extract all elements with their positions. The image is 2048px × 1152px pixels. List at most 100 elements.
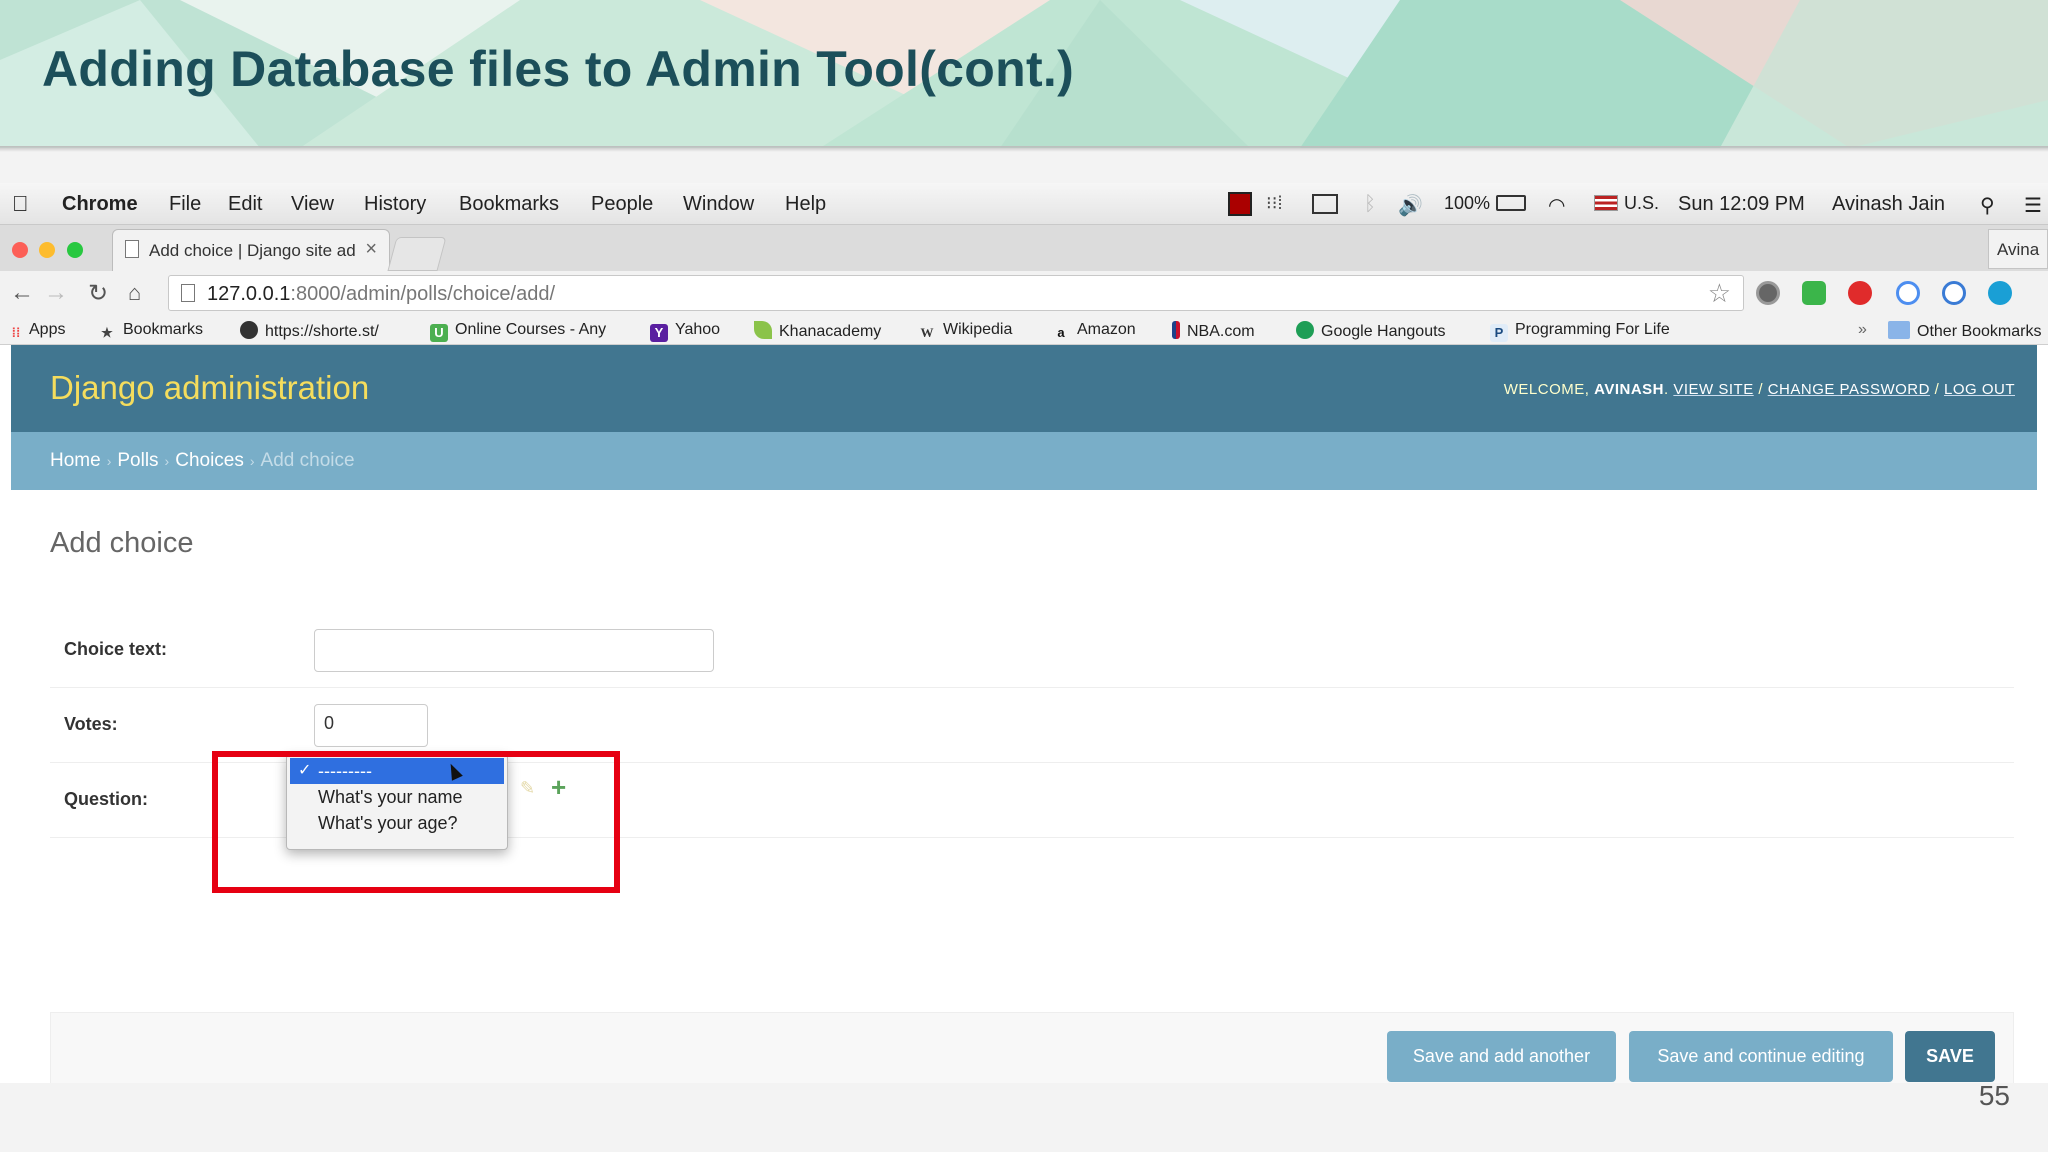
extension-1-icon[interactable]	[1756, 281, 1780, 305]
menu-edit[interactable]: Edit	[228, 193, 262, 216]
profile-button[interactable]: Avina	[1988, 229, 2048, 269]
browser-tab[interactable]: Add choice | Django site ad ×	[112, 229, 390, 271]
grammarly-icon[interactable]	[1896, 281, 1920, 305]
slide-page-number: 55	[1978, 1080, 2010, 1111]
nba-icon	[1172, 321, 1180, 339]
breadcrumb-separator: ›	[106, 453, 112, 469]
save-button[interactable]: SAVE	[1905, 1031, 1995, 1082]
udemy-icon: U	[430, 324, 448, 342]
bookmark-khanacademy[interactable]: Khanacademy	[754, 321, 881, 341]
menu-people[interactable]: People	[591, 193, 653, 216]
breadcrumb-separator: ›	[249, 453, 255, 469]
page-icon	[125, 240, 139, 258]
view-site-link[interactable]: VIEW SITE	[1673, 381, 1753, 398]
spotlight-icon[interactable]: ⚲	[1980, 193, 1995, 218]
bookmark-bookmarks[interactable]: ★ Bookmarks	[98, 321, 203, 342]
bookmark-other[interactable]: Other Bookmarks	[1888, 321, 2048, 341]
bookmark-nba[interactable]: NBA.com	[1172, 321, 1255, 341]
shortest-icon	[240, 321, 258, 339]
choice-text-label: Choice text:	[64, 639, 168, 659]
close-tab-icon[interactable]: ×	[365, 238, 377, 261]
breadcrumb-current: Add choice	[260, 450, 355, 471]
folder-icon	[1888, 321, 1910, 339]
bookmark-yahoo[interactable]: Y Yahoo	[650, 321, 720, 342]
breadcrumb-polls[interactable]: Polls	[117, 450, 158, 471]
change-password-link[interactable]: CHANGE PASSWORD	[1768, 381, 1930, 398]
question-label: Question:	[64, 789, 148, 809]
new-tab-button[interactable]	[387, 237, 447, 271]
reload-icon[interactable]: ↻	[88, 279, 108, 308]
url-text[interactable]: 127.0.0.1:8000/admin/polls/choice/add/	[207, 283, 555, 306]
banner-shadow	[0, 146, 2048, 152]
minimize-window-button[interactable]	[39, 242, 55, 258]
breadcrumb-choices[interactable]: Choices	[175, 450, 244, 471]
clock[interactable]: Sun 12:09 PM	[1678, 193, 1805, 216]
welcome-text: WELCOME,	[1503, 381, 1590, 398]
power-icon[interactable]	[1848, 281, 1872, 305]
zoom-window-button[interactable]	[67, 242, 83, 258]
menu-file[interactable]: File	[169, 193, 201, 216]
bookmark-wikipedia[interactable]: W Wikipedia	[918, 321, 1013, 342]
yahoo-icon: Y	[650, 324, 668, 342]
wifi-icon[interactable]: ◠	[1548, 193, 1565, 218]
amazon-icon: a	[1057, 325, 1065, 340]
username: AVINASH	[1594, 381, 1665, 398]
bluetooth-icon[interactable]: ᛒ	[1364, 193, 1376, 216]
breadcrumb-home[interactable]: Home	[50, 450, 101, 471]
title-banner: Adding Database files to Admin Tool(cont…	[0, 0, 2048, 148]
notification-center-icon[interactable]: ☰	[2024, 193, 2042, 218]
bookmark-amazon[interactable]: a Amazon	[1052, 321, 1135, 342]
menu-bookmarks[interactable]: Bookmarks	[459, 193, 559, 216]
airplay-icon[interactable]	[1312, 194, 1338, 214]
choice-text-input[interactable]	[314, 629, 714, 672]
separator: /	[1934, 381, 1940, 398]
grid-status-icon[interactable]: ⁝⁝⁞	[1266, 193, 1282, 214]
breadcrumb: Home › Polls › Choices › Add choice	[11, 432, 2037, 490]
p-icon: P	[1490, 324, 1508, 342]
menu-app-name[interactable]: Chrome	[62, 193, 138, 216]
evernote-icon[interactable]	[1802, 281, 1826, 305]
home-icon[interactable]: ⌂	[128, 280, 141, 306]
bookmark-programming-for-life[interactable]: P Programming For Life	[1490, 321, 1670, 342]
apple-icon[interactable]: 	[12, 191, 29, 217]
bookmark-star-icon[interactable]: ☆	[1708, 278, 1731, 309]
tab-strip: Add choice | Django site ad × Avina	[0, 225, 2048, 271]
submit-row: Save and add another Save and continue e…	[50, 1012, 2014, 1083]
back-icon[interactable]: ←	[10, 279, 34, 307]
address-bar[interactable]: 127.0.0.1:8000/admin/polls/choice/add/ ☆	[168, 275, 1744, 311]
votes-input[interactable]: 0	[314, 704, 428, 747]
volume-icon[interactable]: 🔊	[1398, 193, 1423, 218]
bookmarks-bar: ⁞⁞ Apps ★ Bookmarks https://shorte.st/ U On…	[0, 315, 2048, 345]
battery-icon[interactable]	[1496, 195, 1526, 211]
log-out-link[interactable]: LOG OUT	[1944, 381, 2015, 398]
save-and-add-another-button[interactable]: Save and add another	[1387, 1031, 1616, 1082]
bookmark-apps[interactable]: ⁞⁞ Apps	[10, 321, 66, 342]
menu-help[interactable]: Help	[785, 193, 826, 216]
bookmark-shortest[interactable]: https://shorte.st/	[240, 321, 379, 341]
highlight-box	[212, 751, 620, 893]
input-source[interactable]: U.S.	[1624, 193, 1659, 214]
us-flag-icon[interactable]	[1594, 195, 1618, 211]
sync-icon[interactable]	[1942, 281, 1966, 305]
page-info-icon[interactable]	[181, 284, 195, 302]
menu-window[interactable]: Window	[683, 193, 754, 216]
bookmark-google-hangouts[interactable]: Google Hangouts	[1296, 321, 1446, 341]
menu-history[interactable]: History	[364, 193, 426, 216]
bookmark-online-courses[interactable]: U Online Courses - Any	[430, 321, 625, 342]
votes-label: Votes:	[64, 714, 118, 734]
bookmarks-overflow-button[interactable]: »	[1858, 321, 1867, 339]
forward-icon[interactable]: →	[44, 279, 68, 307]
menu-view[interactable]: View	[291, 193, 334, 216]
record-icon[interactable]	[1228, 192, 1252, 216]
menubar-user[interactable]: Avinash Jain	[1832, 193, 1945, 216]
breadcrumb-separator: ›	[164, 453, 170, 469]
page-title: Add choice	[50, 527, 194, 559]
extension-6-icon[interactable]	[1988, 281, 2012, 305]
star-icon: ★	[101, 325, 113, 340]
choice-text-row: Choice text:	[50, 613, 2014, 688]
close-window-button[interactable]	[12, 242, 28, 258]
site-brand[interactable]: Django administration	[50, 369, 369, 407]
khan-icon	[754, 321, 772, 339]
save-and-continue-button[interactable]: Save and continue editing	[1629, 1031, 1893, 1082]
user-tools: WELCOME, AVINASH. VIEW SITE / CHANGE PAS…	[1503, 381, 2015, 398]
